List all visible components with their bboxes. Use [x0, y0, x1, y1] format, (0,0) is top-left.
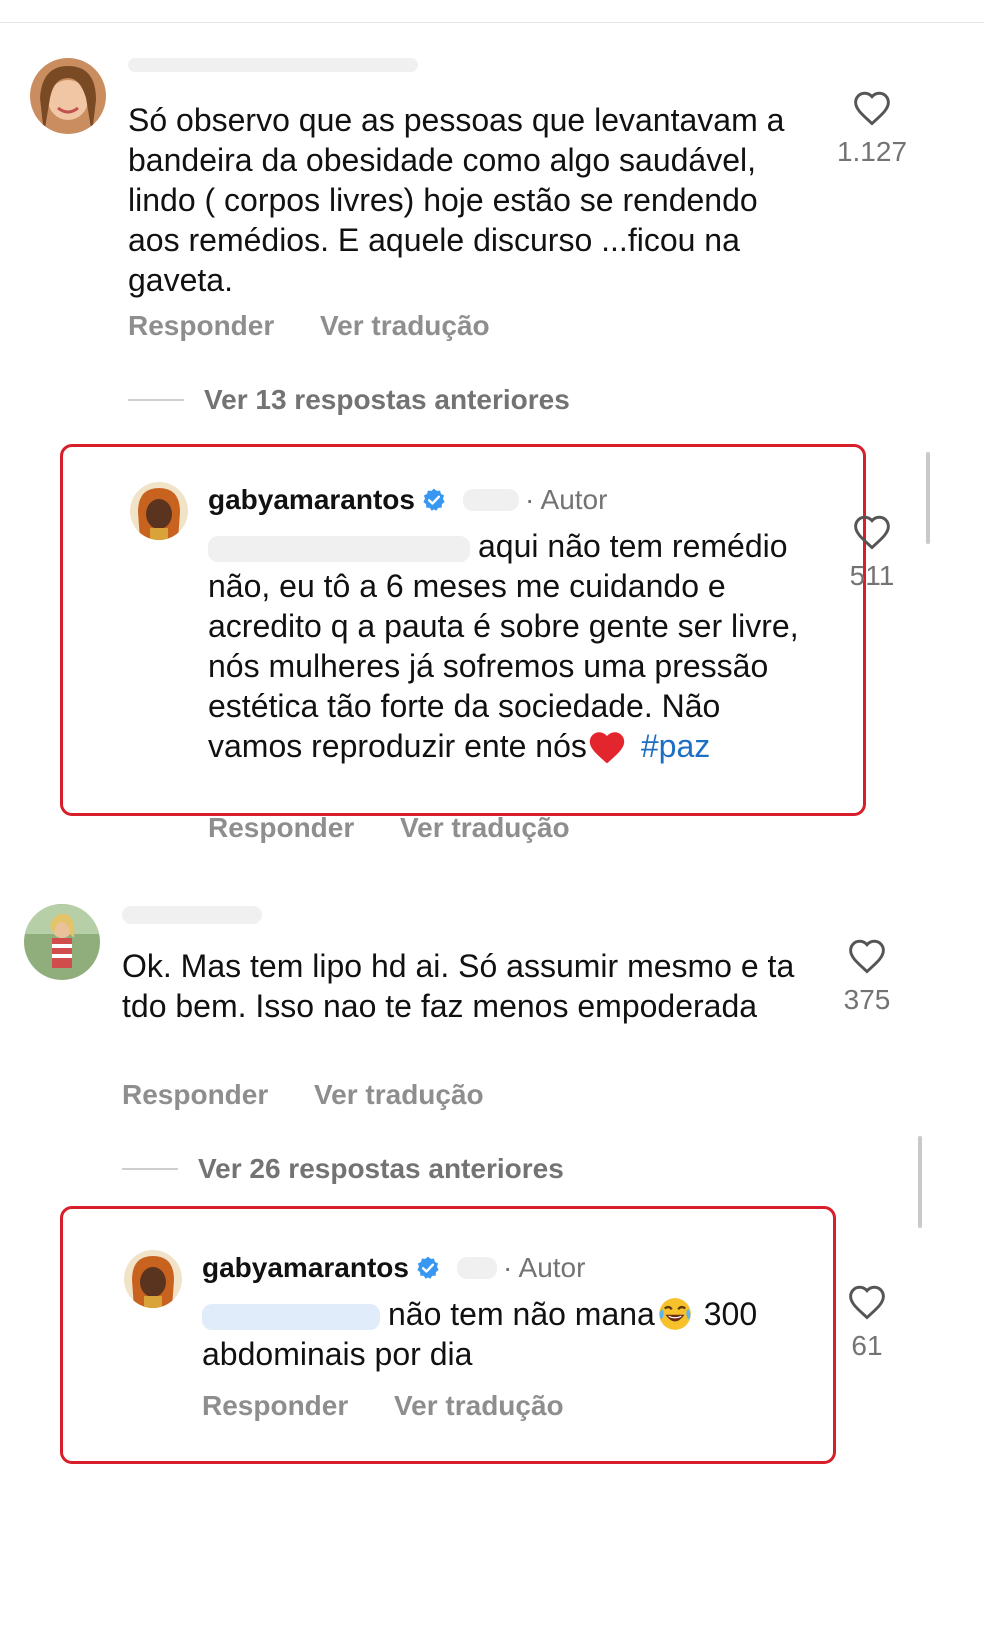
reply-header: gabyamarantos · Autor	[208, 482, 607, 518]
heart-icon[interactable]	[847, 1284, 887, 1320]
blurred-mention	[208, 535, 470, 562]
laughing-crying-emoji-icon	[655, 1296, 695, 1332]
reply-button[interactable]: Responder	[202, 1390, 348, 1421]
top-divider	[0, 22, 984, 23]
reply-button[interactable]: Responder	[122, 1079, 268, 1110]
blurred-timestamp	[462, 489, 519, 511]
reply-text: não tem não mana 300 abdominais por dia	[202, 1294, 822, 1374]
like-control[interactable]: 375	[822, 938, 912, 1016]
comment-text: Ok. Mas tem lipo hd ai. Só assumir mesmo…	[122, 948, 795, 1024]
translate-button[interactable]: Ver tradução	[320, 310, 490, 341]
scrollbar-thumb[interactable]	[918, 1136, 922, 1228]
blurred-username	[122, 906, 262, 924]
translate-button[interactable]: Ver tradução	[400, 812, 570, 843]
username[interactable]: gabyamarantos	[208, 484, 415, 516]
view-more-replies-label: Ver 13 respostas anteriores	[204, 384, 570, 415]
like-count: 61	[851, 1330, 883, 1361]
like-control[interactable]: 511	[827, 514, 917, 592]
username[interactable]: gabyamarantos	[202, 1252, 409, 1284]
reply-text: aqui não tem remédio não, eu tô a 6 mese…	[208, 526, 808, 766]
reply-actions: Responder Ver tradução	[208, 812, 608, 844]
heart-emoji-icon	[587, 728, 627, 764]
reply-button[interactable]: Responder	[208, 812, 354, 843]
comment-actions: Responder Ver tradução	[128, 310, 528, 342]
reply-body-count: 300	[703, 1296, 758, 1332]
reply-body-line2: abdominais por dia	[202, 1336, 473, 1372]
reply-actions: Responder Ver tradução	[202, 1390, 602, 1422]
author-label: · Autor	[524, 484, 608, 515]
translate-button[interactable]: Ver tradução	[314, 1079, 484, 1110]
divider	[122, 1168, 178, 1170]
translate-button[interactable]: Ver tradução	[394, 1390, 564, 1421]
verified-badge-icon	[417, 1256, 439, 1279]
blurred-username	[128, 58, 418, 72]
like-control[interactable]: 1.127	[827, 90, 917, 168]
heart-icon[interactable]	[852, 514, 892, 550]
reply-body-line1: não tem não mana	[388, 1296, 655, 1332]
reply-button[interactable]: Responder	[128, 310, 274, 341]
reply-header: gabyamarantos · Autor	[202, 1250, 585, 1286]
blurred-mention	[202, 1303, 380, 1330]
blurred-timestamp	[456, 1257, 497, 1279]
divider	[128, 399, 184, 401]
view-more-replies-label: Ver 26 respostas anteriores	[198, 1153, 564, 1184]
like-control[interactable]: 61	[822, 1284, 912, 1362]
heart-icon[interactable]	[852, 90, 892, 126]
comment-actions: Responder Ver tradução	[122, 1079, 522, 1111]
like-count: 375	[843, 984, 891, 1015]
verified-badge-icon	[423, 488, 445, 511]
avatar[interactable]	[124, 1250, 182, 1308]
author-label: · Autor	[502, 1252, 586, 1283]
like-count: 511	[849, 560, 895, 591]
comment-text: Só observo que as pessoas que levantavam…	[128, 102, 785, 298]
scrollbar-thumb[interactable]	[926, 452, 930, 544]
view-more-replies[interactable]: Ver 26 respostas anteriores	[122, 1153, 564, 1185]
like-count: 1.127	[836, 136, 908, 167]
hashtag-link[interactable]: #paz	[641, 728, 710, 764]
avatar[interactable]	[130, 482, 188, 540]
avatar[interactable]	[30, 58, 106, 134]
avatar[interactable]	[24, 904, 100, 980]
view-more-replies[interactable]: Ver 13 respostas anteriores	[128, 384, 570, 416]
heart-icon[interactable]	[847, 938, 887, 974]
